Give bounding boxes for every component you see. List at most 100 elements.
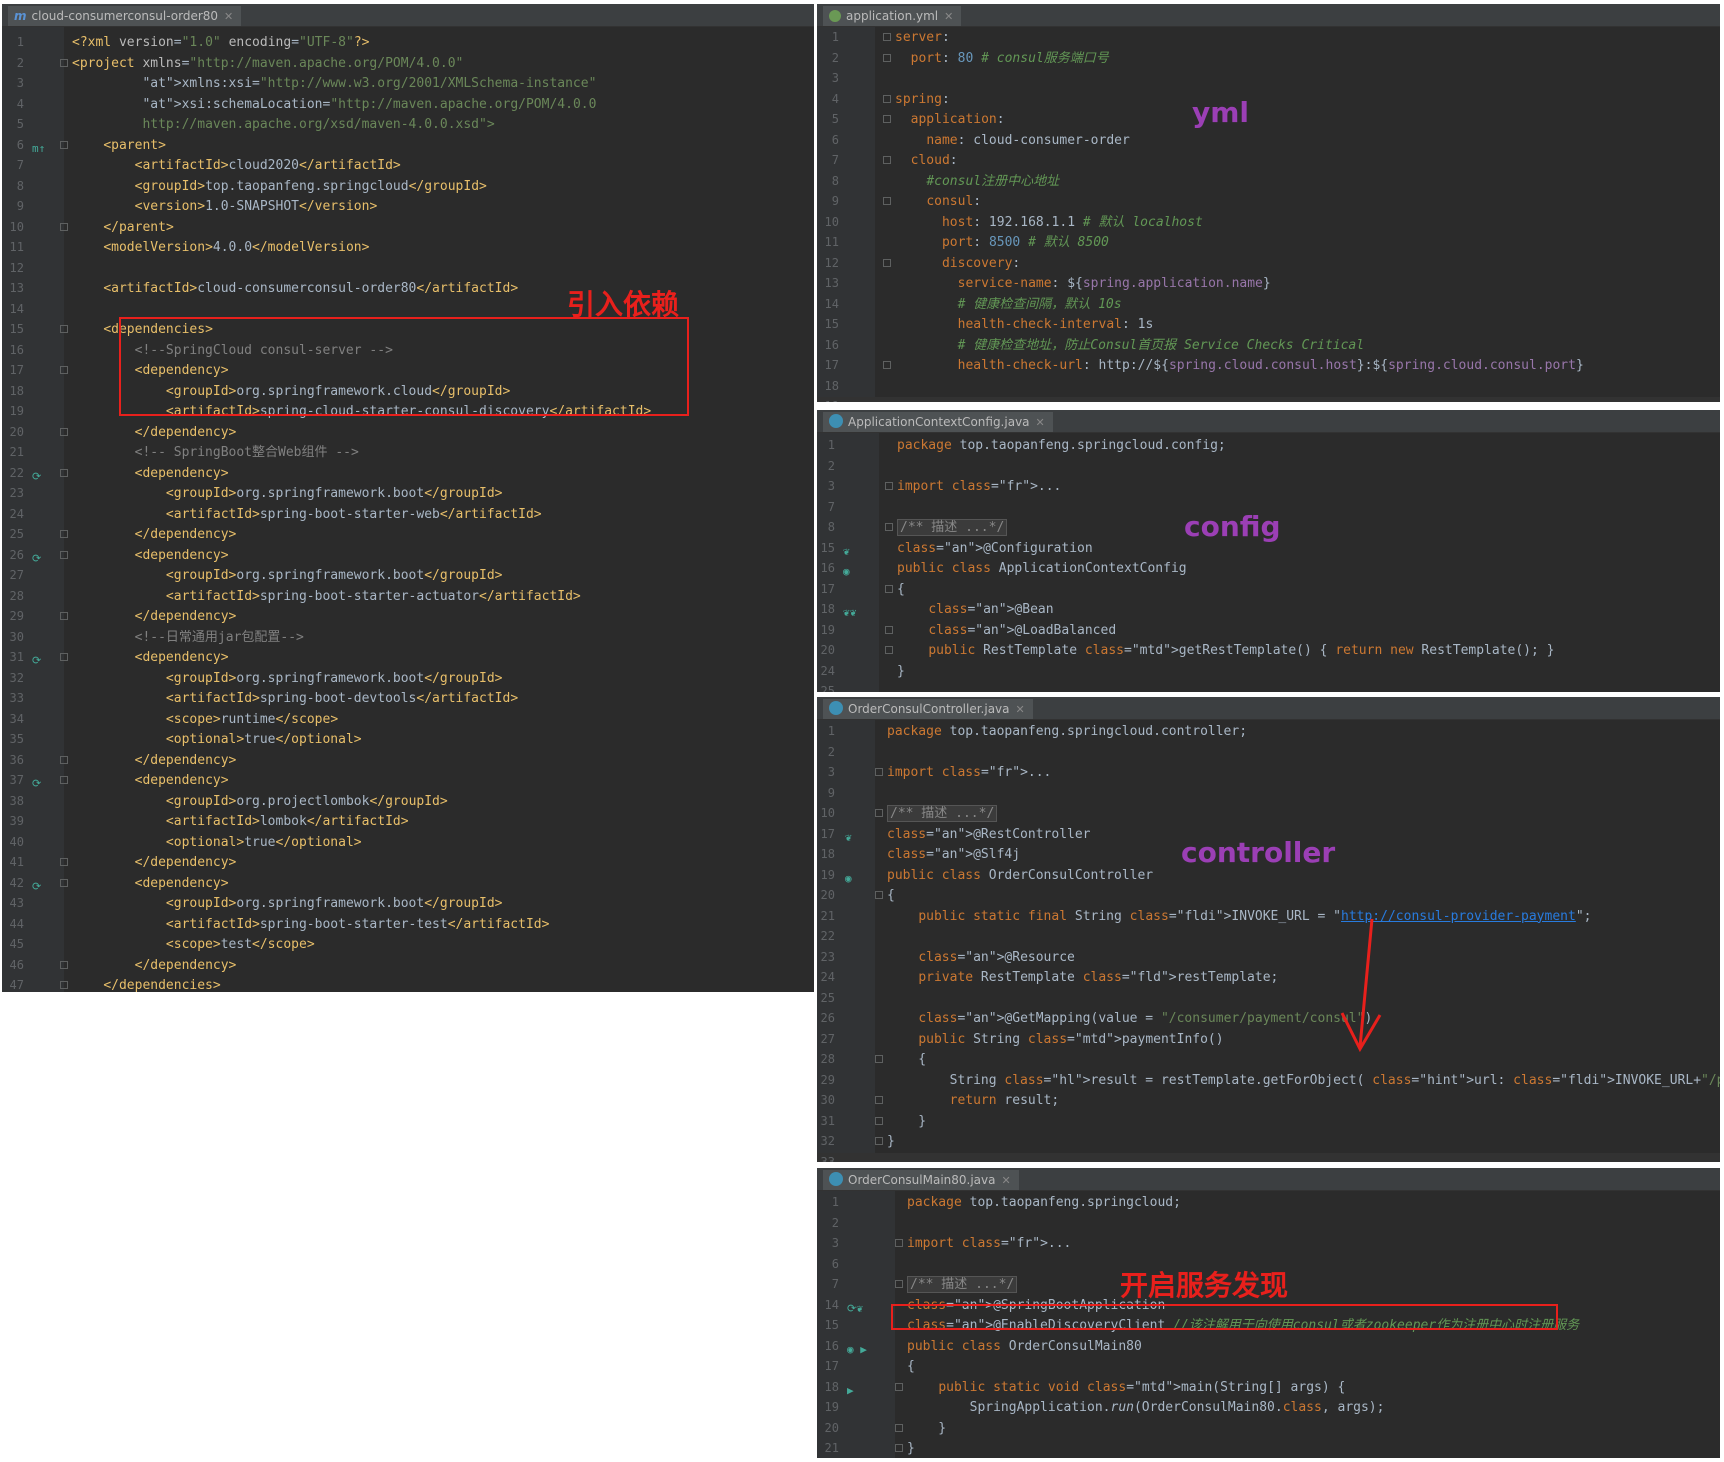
code-line[interactable]: 19 SpringApplication.run(OrderConsulMain… [817,1398,1720,1417]
code-line[interactable]: 7 <artifactId>cloud2020</artifactId> [2,156,814,175]
code-line[interactable]: 3 [817,69,1720,88]
fold-marker-icon[interactable] [883,258,891,267]
code-line[interactable]: 11 <modelVersion>4.0.0</modelVersion> [2,238,814,257]
code-line[interactable]: 2 [817,743,1720,762]
main-tab[interactable]: OrderConsulMain80.java ✕ [823,1170,1019,1190]
fold-marker-icon[interactable] [60,366,68,374]
code-line[interactable]: 9 [817,784,1720,803]
code-line[interactable]: 46 </dependency> [2,956,814,975]
code-line[interactable]: 2 [817,457,1720,476]
fold-marker-icon[interactable] [883,53,891,62]
close-tab-icon[interactable]: ✕ [1036,416,1045,429]
code-line[interactable]: 35 <optional>true</optional> [2,730,814,749]
code-line[interactable]: 41 </dependency> [2,853,814,872]
code-line[interactable]: 3 import class="fr">... [817,477,1720,496]
fold-marker-icon[interactable] [875,891,883,899]
code-line[interactable]: 18 ❦❦ class="an">@Bean [817,600,1720,619]
code-line[interactable]: 27 <groupId>org.springframework.boot</gr… [2,566,814,585]
code-line[interactable]: 2 [817,1214,1720,1233]
code-line[interactable]: 38 <groupId>org.projectlombok</groupId> [2,792,814,811]
code-line[interactable]: 30 return result; [817,1091,1720,1110]
code-line[interactable]: 14 # 健康检查间隔，默认 10s [817,295,1720,314]
fold-marker-icon[interactable] [883,115,891,123]
fold-marker-icon[interactable] [60,755,68,764]
gutter-bean-icon[interactable]: ◉ [845,869,852,888]
code-line[interactable]: 21 public static final String class="fld… [817,907,1720,926]
fold-marker-icon[interactable] [885,482,893,490]
code-line[interactable]: 15 health-check-interval: 1s [817,315,1720,334]
code-line[interactable]: 20 </dependency> [2,423,814,442]
code-line[interactable]: 31 ⟳ <dependency> [2,648,814,667]
code-line[interactable]: 6 name: cloud-consumer-order [817,131,1720,150]
code-line[interactable]: 5 http://maven.apache.org/xsd/maven-4.0.… [2,115,814,134]
code-line[interactable]: 17 { [817,1357,1720,1376]
fold-marker-icon[interactable] [60,222,68,231]
code-line[interactable]: 14 [2,300,814,319]
code-line[interactable]: 3 "at">xmlns:xsi="http://www.w3.org/2001… [2,74,814,93]
code-line[interactable]: 25 </dependency> [2,525,814,544]
code-line[interactable]: 33 [817,1152,1720,1162]
yml-tab[interactable]: application.yml ✕ [823,6,962,26]
code-line[interactable]: 26 ⟳ <dependency> [2,546,814,565]
gutter-bean-icon[interactable]: ❦ [843,542,850,561]
code-line[interactable]: 17 { [817,580,1720,599]
code-line[interactable]: 13 service-name: ${spring.application.na… [817,274,1720,293]
fold-marker-icon[interactable] [60,776,68,784]
code-line[interactable]: 20 { [817,886,1720,905]
code-line[interactable]: 16 ◉ ▶ public class OrderConsulMain80 [817,1337,1720,1356]
code-line[interactable]: 23 class="an">@Resource [817,948,1720,967]
code-line[interactable]: 18 ▶ public static void class="mtd">main(… [817,1378,1720,1397]
code-line[interactable]: 37 ⟳ <dependency> [2,771,814,790]
fold-marker-icon[interactable] [60,140,68,149]
code-line[interactable]: 16 # 健康检查地址，防止Consul首页报 Service Checks C… [817,336,1720,355]
code-line[interactable]: 10 /** 描述 ...*/ [817,804,1720,823]
code-line[interactable]: 26 class="an">@GetMapping(value = "/cons… [817,1009,1720,1028]
fold-marker-icon[interactable] [895,1382,903,1391]
code-line[interactable]: 23 <groupId>org.springframework.boot</gr… [2,484,814,503]
code-line[interactable]: 27 public String class="mtd">paymentInfo… [817,1030,1720,1049]
code-line[interactable]: 1 package top.taopanfeng.springcloud.conf… [817,436,1720,455]
code-line[interactable]: 44 <artifactId>spring-boot-starter-test<… [2,915,814,934]
code-line[interactable]: 25 [817,682,1720,692]
fold-marker-icon[interactable] [60,653,68,661]
fold-marker-icon[interactable] [60,550,68,559]
code-line[interactable]: 8 #consul注册中心地址 [817,172,1720,191]
code-line[interactable]: 32} [817,1132,1720,1151]
fold-marker-icon[interactable] [875,809,883,817]
gutter-bean-icon[interactable]: ⟳ [32,467,41,486]
fold-marker-icon[interactable] [883,156,891,164]
code-line[interactable]: 45 <scope>test</scope> [2,935,814,954]
code-line[interactable]: 1 package top.taopanfeng.springcloud.cont… [817,722,1720,741]
code-line[interactable]: 31 } [817,1112,1720,1131]
code-line[interactable]: 22 ⟳ <dependency> [2,464,814,483]
fold-marker-icon[interactable] [885,523,893,531]
code-line[interactable]: 4 spring: [817,90,1720,109]
fold-marker-icon[interactable] [885,646,893,654]
fold-marker-icon[interactable] [885,584,893,593]
fold-marker-icon[interactable] [895,1239,903,1247]
fold-marker-icon[interactable] [883,361,891,369]
code-line[interactable]: 39 <artifactId>lombok</artifactId> [2,812,814,831]
code-line[interactable]: 3 import class="fr">... [817,1234,1720,1253]
code-line[interactable]: 10 </parent> [2,218,814,237]
gutter-bean-icon[interactable]: ◉ ▶ [847,1340,867,1359]
code-line[interactable]: 8 <groupId>top.taopanfeng.springcloud</g… [2,177,814,196]
fold-marker-icon[interactable] [60,468,68,477]
fold-marker-icon[interactable] [60,530,68,538]
gutter-bean-icon[interactable]: ◉ [843,562,850,581]
code-line[interactable]: 24 <artifactId>spring-boot-starter-web</… [2,505,814,524]
fold-marker-icon[interactable] [883,197,891,205]
config-tab[interactable]: ApplicationContextConfig.java ✕ [823,412,1053,432]
fold-marker-icon[interactable] [60,612,68,620]
fold-marker-icon[interactable] [875,768,883,776]
code-line[interactable]: 19 [817,397,1720,402]
fold-marker-icon[interactable] [60,427,68,436]
code-line[interactable]: 13 <artifactId>cloud-consumerconsul-orde… [2,279,814,298]
fold-marker-icon[interactable] [885,625,893,634]
code-line[interactable]: 29 </dependency> [2,607,814,626]
code-line[interactable]: 24} [817,662,1720,681]
code-line[interactable]: 2 <project xmlns="http://maven.apache.org… [2,54,814,73]
code-line[interactable]: 12 discovery: [817,254,1720,273]
code-line[interactable]: 20 public RestTemplate class="mtd">getRe… [817,641,1720,660]
fold-marker-icon[interactable] [875,1055,883,1063]
